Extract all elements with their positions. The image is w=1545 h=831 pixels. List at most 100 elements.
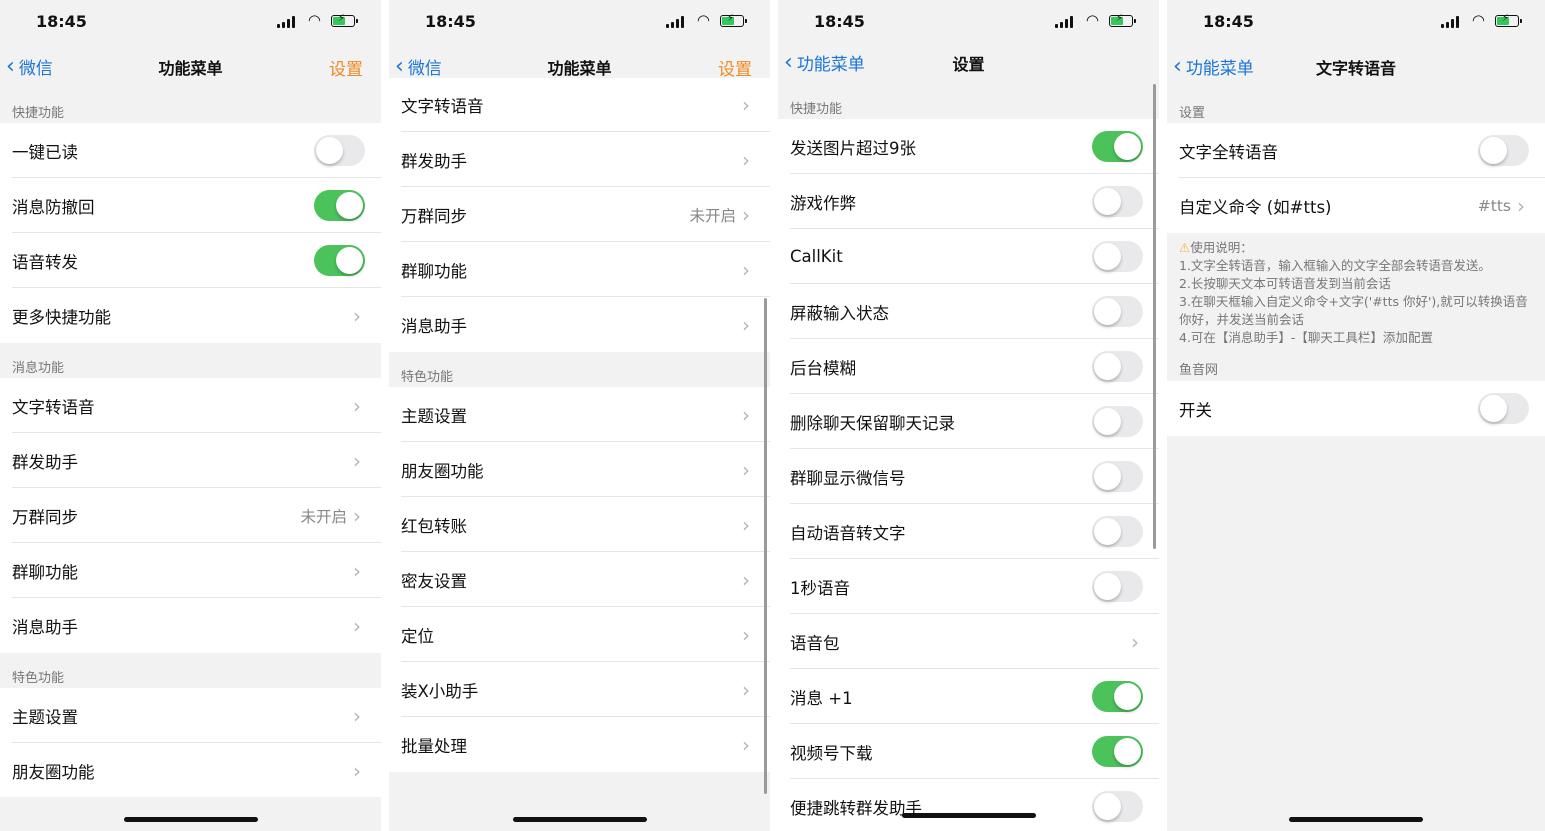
menu-row[interactable]: 语音包 ›: [778, 614, 1159, 669]
menu-row[interactable]: 主题设置 ›: [389, 387, 770, 442]
settings-button[interactable]: 设置: [718, 55, 752, 80]
usage-notes: ⚠使用说明： 1.文字全转语音，输入框输入的文字全部会转语音发送。 2.长按聊天…: [1167, 233, 1545, 357]
chevron-right-icon: ›: [742, 512, 750, 537]
section-header: 快捷功能: [790, 102, 843, 117]
chevron-right-icon: ›: [742, 257, 750, 282]
toggle-switch[interactable]: [1092, 351, 1143, 382]
toggle-row[interactable]: 开关: [1167, 381, 1545, 436]
menu-row[interactable]: 朋友圈功能 ›: [0, 743, 381, 798]
toggle-switch[interactable]: [1092, 571, 1143, 602]
section-header: 鱼音网: [1179, 363, 1219, 378]
row-label: 主题设置: [12, 707, 78, 727]
home-indicator: [512, 817, 647, 822]
toggle-switch[interactable]: [1092, 186, 1143, 217]
screen-settings: 18:45 ◠ ⚡ ‹ 功能菜单 设置 快捷功能 发送图片超过9张 游戏作弊 Ca…: [778, 0, 1159, 831]
toggle-switch[interactable]: [314, 135, 365, 166]
toggle-switch[interactable]: [1092, 241, 1143, 272]
section-header: 快捷功能: [12, 106, 65, 121]
chevron-right-icon: ›: [742, 567, 750, 592]
chevron-right-icon: ›: [742, 312, 750, 337]
chevron-right-icon: ›: [742, 147, 750, 172]
toggle-switch[interactable]: [1478, 393, 1529, 424]
menu-row[interactable]: 红包转账 ›: [389, 497, 770, 552]
menu-row[interactable]: 文字转语音 ›: [389, 78, 770, 132]
menu-row[interactable]: 万群同步 未开启 ›: [389, 187, 770, 242]
menu-list: 文字转语音 › 群发助手 › 万群同步 未开启 › 群聊功能 › 消息助手 › 特色功能 主…: [389, 78, 770, 831]
menu-row[interactable]: 装X小助手 ›: [389, 662, 770, 717]
battery-icon: ⚡: [331, 13, 358, 27]
row-value: #tts: [1477, 196, 1511, 215]
toggle-switch[interactable]: [1092, 296, 1143, 327]
wifi-icon: ◠: [696, 11, 710, 29]
toggle-row[interactable]: 游戏作弊: [778, 174, 1159, 229]
row-label: 后台模糊: [790, 358, 856, 378]
settings-button[interactable]: 设置: [329, 55, 363, 80]
wifi-icon: ◠: [307, 11, 321, 29]
menu-row[interactable]: 群聊功能 ›: [0, 543, 381, 598]
menu-row[interactable]: 批量处理 ›: [389, 717, 770, 772]
scrollbar[interactable]: [764, 298, 767, 794]
toggle-switch[interactable]: [1092, 131, 1143, 162]
menu-row[interactable]: 定位 ›: [389, 607, 770, 662]
toggle-row[interactable]: 自动语音转文字: [778, 504, 1159, 559]
menu-row[interactable]: 文字转语音 ›: [0, 378, 381, 433]
menu-row[interactable]: 朋友圈功能 ›: [389, 442, 770, 497]
scrollbar[interactable]: [1153, 84, 1156, 549]
toggle-row[interactable]: CallKit: [778, 229, 1159, 284]
menu-row[interactable]: 群聊功能 ›: [389, 242, 770, 297]
toggle-row[interactable]: 消息防撤回: [0, 178, 381, 233]
toggle-row[interactable]: 删除聊天保留聊天记录: [778, 394, 1159, 449]
warning-icon: ⚠: [1179, 240, 1191, 255]
bottom-bar: [0, 797, 381, 831]
toggle-row[interactable]: 消息 +1: [778, 669, 1159, 724]
page-title: 设置: [952, 55, 985, 74]
toggle-switch[interactable]: [1092, 406, 1143, 437]
menu-row[interactable]: 自定义命令 (如#tts) #tts ›: [1167, 178, 1545, 233]
row-label: 消息助手: [401, 316, 467, 336]
menu-row[interactable]: 消息助手 ›: [389, 297, 770, 352]
note-line: 2.长按聊天文本可转语音发到当前会话: [1179, 276, 1391, 291]
toggle-row[interactable]: 文字全转语音: [1167, 123, 1545, 178]
battery-icon: ⚡: [1495, 13, 1522, 27]
toggle-switch[interactable]: [1092, 736, 1143, 767]
toggle-row[interactable]: 语音转发: [0, 233, 381, 288]
row-label: 视频号下载: [790, 743, 873, 763]
row-label: 群聊显示微信号: [790, 468, 906, 488]
toggle-row[interactable]: 屏蔽输入状态: [778, 284, 1159, 339]
menu-row[interactable]: 主题设置 ›: [0, 688, 381, 743]
menu-row[interactable]: 群发助手 ›: [389, 132, 770, 187]
section-header: 消息功能: [12, 361, 65, 376]
toggle-row[interactable]: 1秒语音: [778, 559, 1159, 614]
menu-row[interactable]: 万群同步 未开启 ›: [0, 488, 381, 543]
toggle-switch[interactable]: [314, 245, 365, 276]
menu-row[interactable]: 更多快捷功能 ›: [0, 288, 381, 343]
menu-row[interactable]: 密友设置 ›: [389, 552, 770, 607]
chevron-right-icon: ›: [742, 93, 750, 117]
toggle-switch[interactable]: [1092, 681, 1143, 712]
toggle-row[interactable]: 发送图片超过9张: [778, 119, 1159, 174]
toggle-row[interactable]: 一键已读: [0, 123, 381, 178]
toggle-switch[interactable]: [314, 190, 365, 221]
toggle-row[interactable]: 视频号下载: [778, 724, 1159, 779]
row-label: 一键已读: [12, 142, 78, 162]
row-label: 发送图片超过9张: [790, 138, 916, 158]
chevron-right-icon: ›: [742, 622, 750, 647]
row-label: 消息助手: [12, 617, 78, 637]
chevron-right-icon: ›: [742, 457, 750, 482]
note-line: 1.文字全转语音，输入框输入的文字全部会转语音发送。: [1179, 258, 1491, 273]
battery-icon: ⚡: [720, 13, 747, 27]
toggle-row[interactable]: 便捷跳转群发助手: [778, 779, 1159, 831]
chevron-right-icon: ›: [742, 202, 750, 227]
menu-row[interactable]: 群发助手 ›: [0, 433, 381, 488]
chevron-right-icon: ›: [353, 503, 361, 528]
toggle-switch[interactable]: [1092, 516, 1143, 547]
row-label: 批量处理: [401, 736, 467, 756]
row-label: 1秒语音: [790, 578, 850, 598]
toggle-switch[interactable]: [1092, 791, 1143, 822]
chevron-right-icon: ›: [353, 758, 361, 783]
toggle-row[interactable]: 后台模糊: [778, 339, 1159, 394]
toggle-switch[interactable]: [1092, 461, 1143, 492]
toggle-row[interactable]: 群聊显示微信号: [778, 449, 1159, 504]
menu-row[interactable]: 消息助手 ›: [0, 598, 381, 653]
toggle-switch[interactable]: [1478, 135, 1529, 166]
